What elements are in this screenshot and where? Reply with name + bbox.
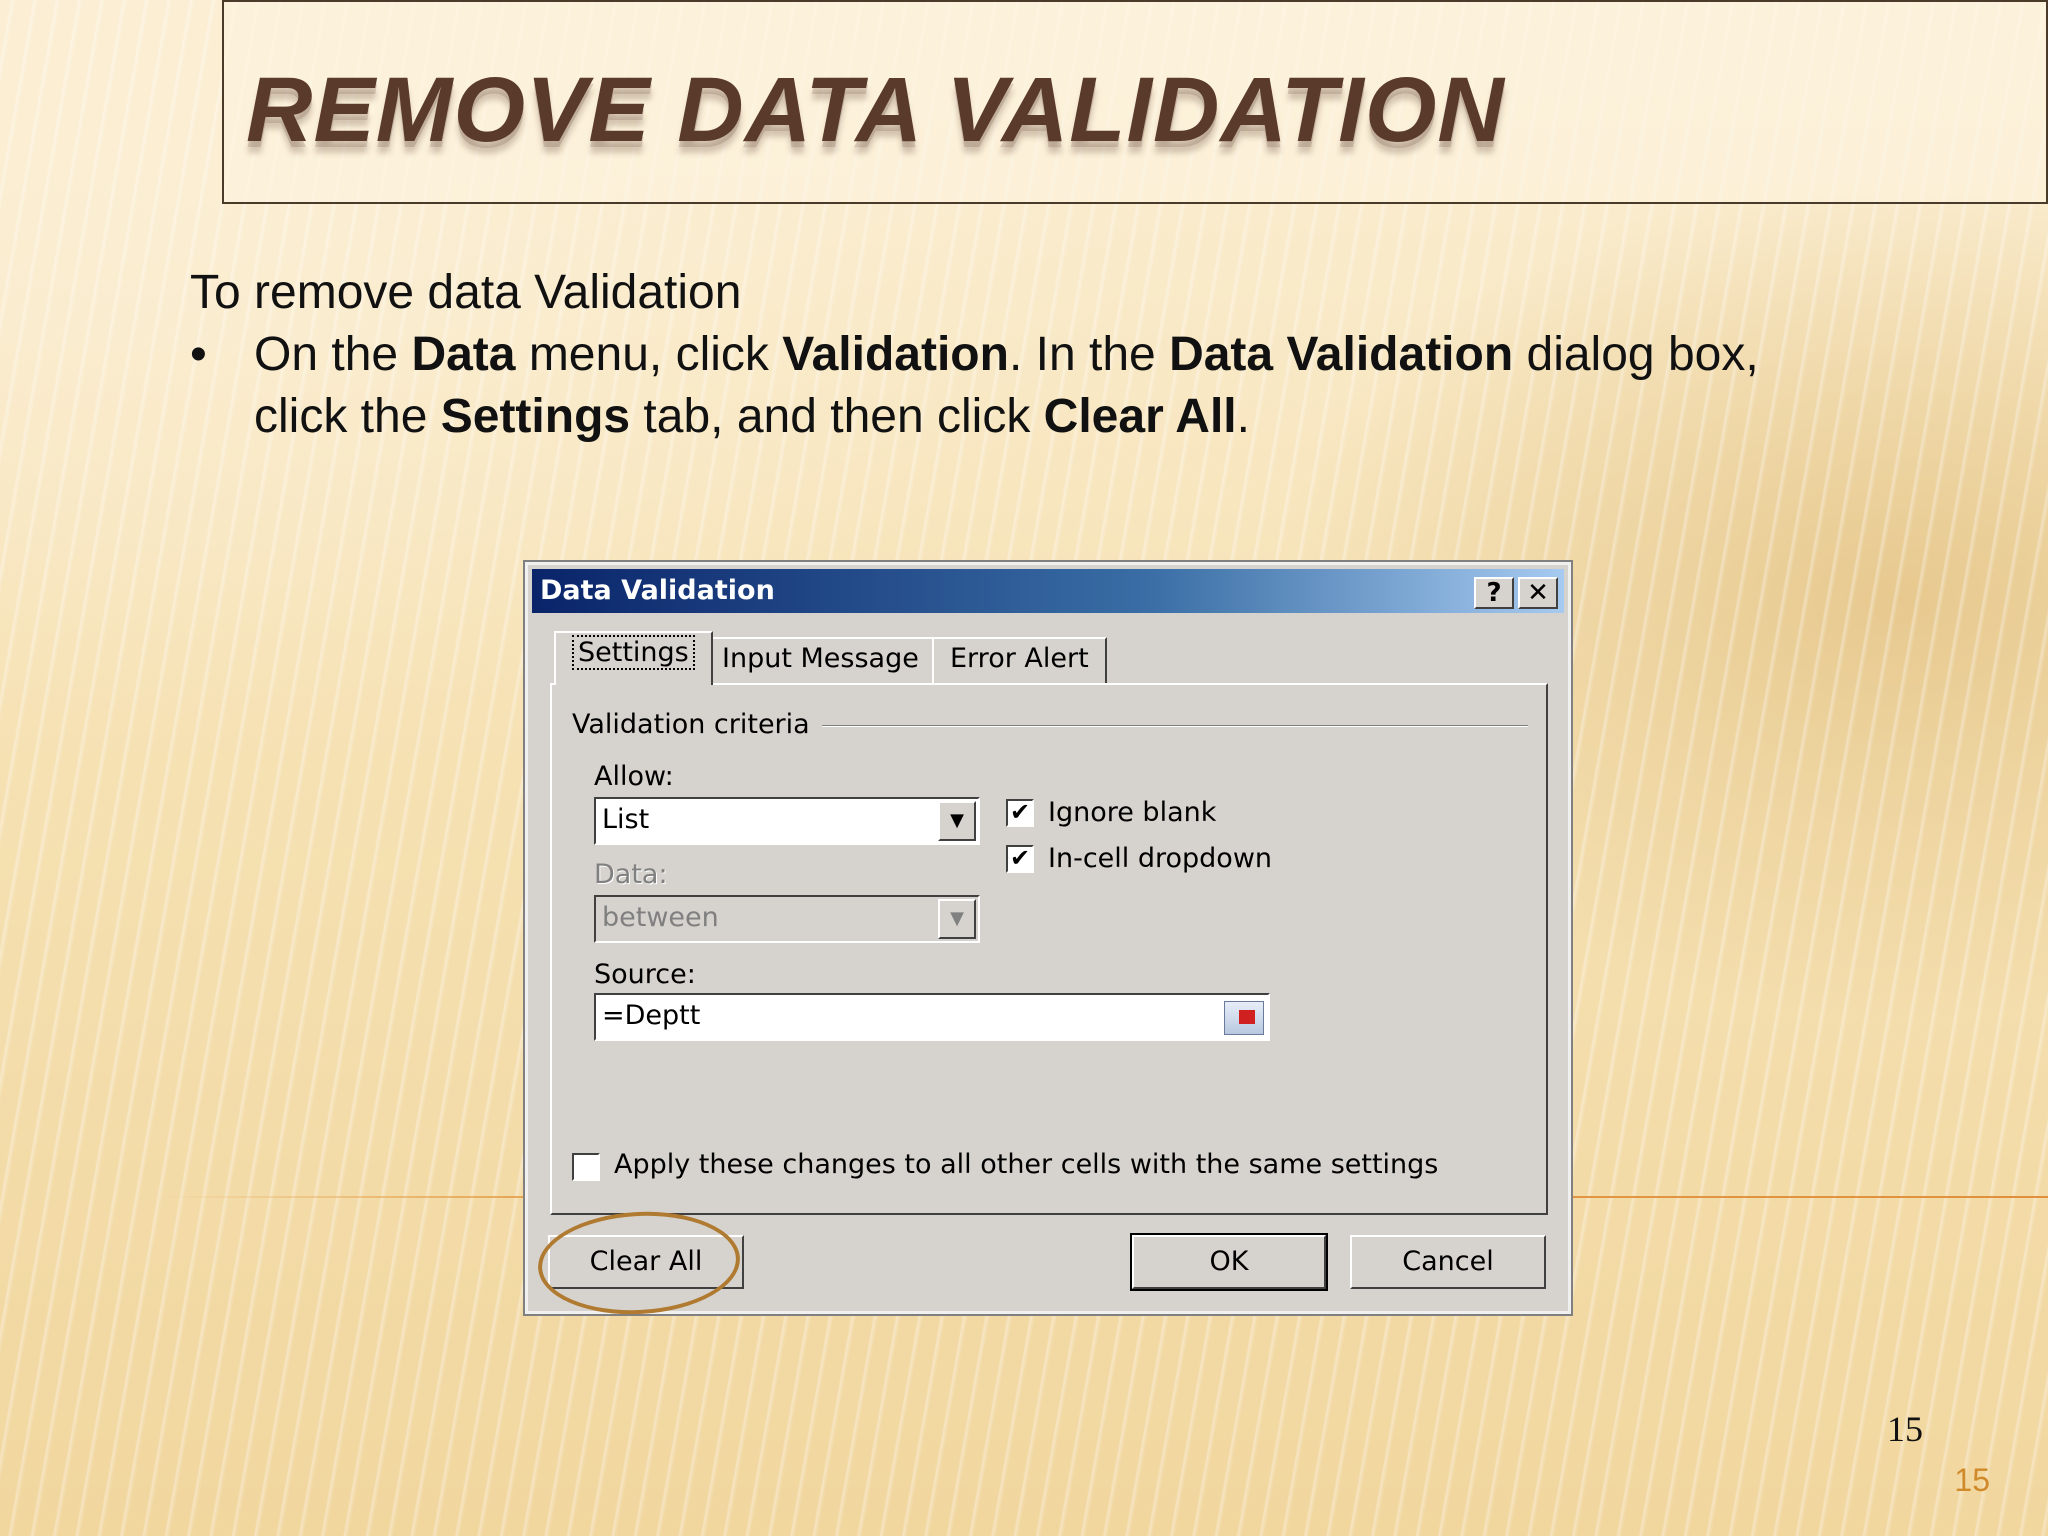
bullet-dot: • (190, 328, 207, 381)
data-label: Data: (594, 859, 668, 890)
bullet-bold-settings: Settings (440, 390, 631, 443)
tab-input-message[interactable]: Input Message (704, 637, 937, 683)
page-number: 15 (1887, 1409, 1923, 1449)
ok-button[interactable]: OK (1130, 1233, 1328, 1291)
range-select-icon[interactable] (1224, 1001, 1264, 1035)
allow-select[interactable]: List ▼ (594, 797, 980, 845)
source-label: Source: (594, 959, 696, 990)
dialog-title: Data Validation (540, 575, 775, 606)
bullet-item: • On the Data menu, click Validation. In… (190, 324, 1790, 448)
bullet-bold-data: Data (411, 328, 516, 381)
group-label: Validation criteria (572, 709, 822, 740)
apply-all-label[interactable]: Apply these changes to all other cells w… (614, 1149, 1438, 1180)
dialog-titlebar[interactable]: Data Validation ? ✕ (532, 569, 1564, 613)
ignore-blank-checkbox[interactable]: ✔ (1006, 799, 1034, 827)
chevron-down-icon: ▼ (938, 899, 976, 939)
incell-dropdown-label[interactable]: In-cell dropdown (1048, 843, 1272, 874)
incell-dropdown-checkbox[interactable]: ✔ (1006, 845, 1034, 873)
intro-text: To remove data Validation (190, 266, 742, 319)
data-validation-dialog: Data Validation ? ✕ Settings Input Messa… (523, 560, 1573, 1316)
bullet-bold-clear-all: Clear All (1043, 390, 1237, 443)
allow-label: Allow: (594, 761, 674, 792)
allow-value: List (602, 804, 650, 835)
settings-panel: Validation criteria Allow: List ▼ Data: … (550, 683, 1548, 1215)
tab-error-alert[interactable]: Error Alert (932, 637, 1107, 683)
slide-content: To remove data Validation • On the Data … (190, 262, 1790, 448)
chevron-down-icon[interactable]: ▼ (938, 801, 976, 841)
bullet-bold-data-validation: Data Validation (1169, 328, 1514, 381)
bullet-text-5: tab, and then click (630, 390, 1044, 443)
apply-all-checkbox[interactable] (572, 1153, 600, 1181)
page-number-footer: 15 (1954, 1462, 1990, 1498)
source-input[interactable]: =Deptt (594, 993, 1270, 1041)
group-divider (802, 725, 1528, 727)
source-value: =Deptt (602, 1000, 701, 1031)
data-value: between (602, 902, 719, 933)
title-box: REMOVE DATA VALIDATION (222, 0, 2048, 204)
bullet-bold-validation: Validation (782, 328, 1009, 381)
ignore-blank-label[interactable]: Ignore blank (1048, 797, 1216, 828)
bullet-text-1: On the (254, 328, 412, 381)
help-button[interactable]: ? (1474, 577, 1514, 609)
bullet-text-3: . In the (1008, 328, 1170, 381)
slide-title: REMOVE DATA VALIDATION (246, 59, 1505, 161)
cancel-button[interactable]: Cancel (1350, 1235, 1546, 1289)
bullet-text-2: menu, click (515, 328, 783, 381)
tab-settings[interactable]: Settings (554, 631, 713, 685)
close-icon: ✕ (1527, 578, 1549, 608)
data-select: between ▼ (594, 895, 980, 943)
close-button[interactable]: ✕ (1518, 577, 1558, 609)
bullet-text-6: . (1236, 390, 1250, 443)
